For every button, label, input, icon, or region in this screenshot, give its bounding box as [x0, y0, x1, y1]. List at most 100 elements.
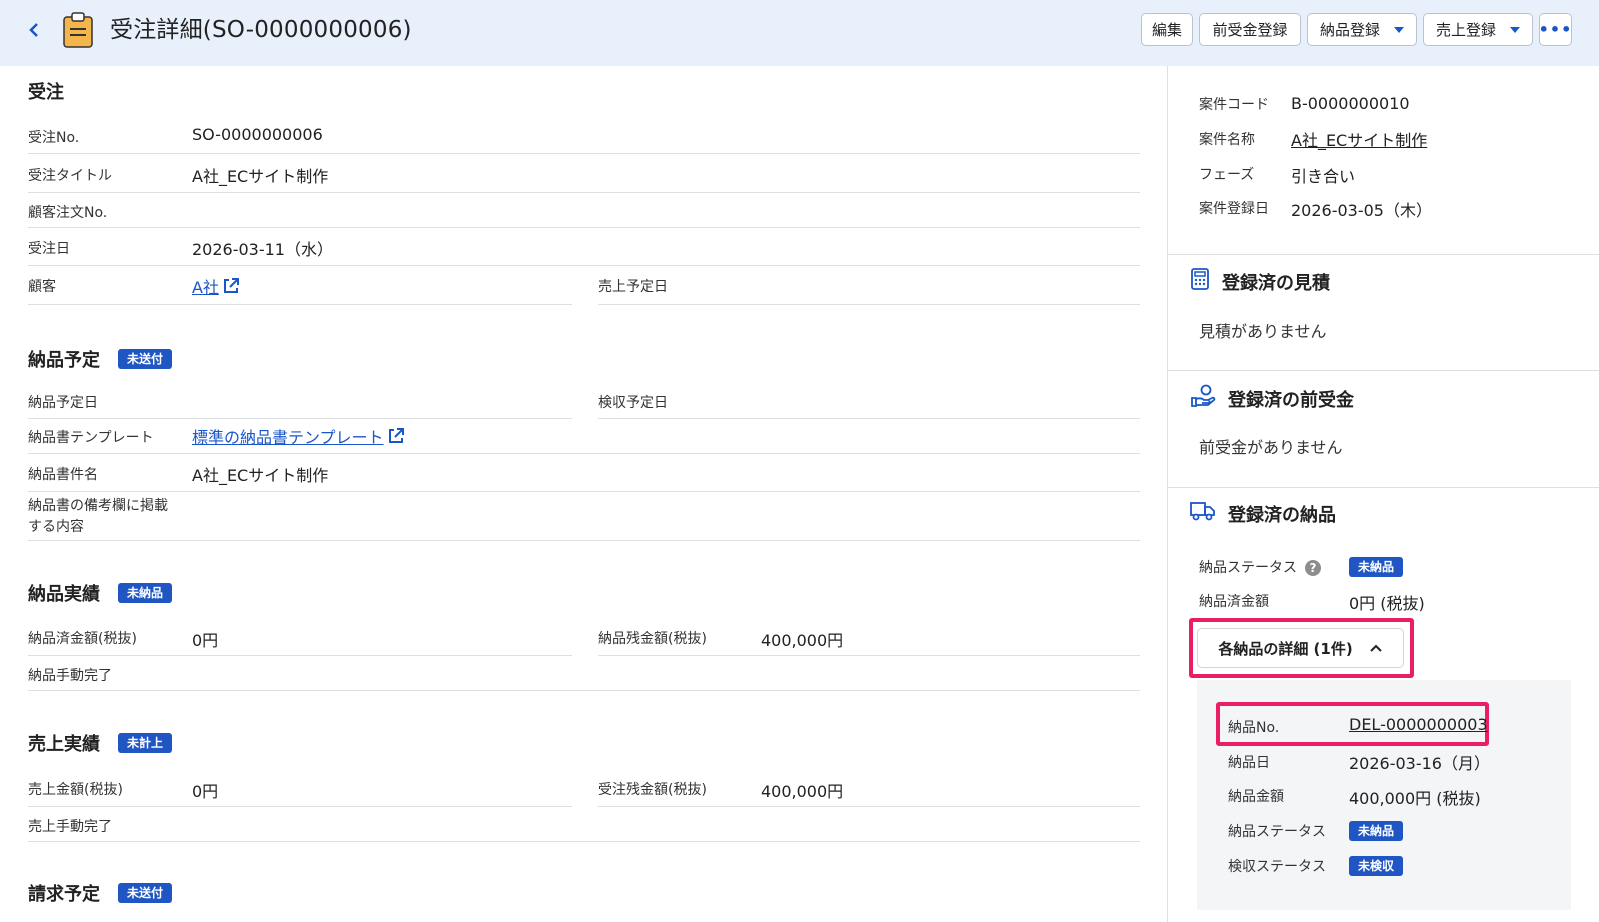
order-section-title: 受注 — [28, 78, 64, 104]
hand-coin-icon — [1190, 384, 1216, 413]
delivery-register-label: 納品登録 — [1319, 21, 1380, 39]
delivery-status-label: 納品ステータス — [1199, 560, 1297, 576]
customer-link[interactable]: A社 — [192, 274, 241, 300]
delivery-remaining-row: 納品残金額(税抜) 400,000円 — [598, 619, 1140, 656]
template-label: 納品書テンプレート — [28, 430, 154, 446]
sales-amount-label: 売上金額(税抜) — [28, 782, 123, 798]
project-phase-value: 引き合い — [1291, 167, 1356, 186]
status-badge: 未送付 — [118, 349, 173, 369]
order-remaining-value: 400,000円 — [761, 782, 844, 801]
delivery-details-toggle[interactable]: 各納品の詳細 (1件) — [1197, 628, 1404, 668]
advances-title-text: 登録済の前受金 — [1228, 389, 1354, 411]
remarks-label-line2: する内容 — [28, 519, 84, 535]
estimates-title-text: 登録済の見積 — [1222, 272, 1330, 294]
edit-button[interactable]: 編集 — [1141, 13, 1193, 46]
delivery-no-link[interactable]: DEL-0000000003 — [1349, 715, 1488, 734]
sales-amount-row: 売上金額(税抜) 0円 — [28, 770, 572, 807]
sales-result-section-title: 売上実績 未計上 — [28, 730, 173, 756]
project-name-label: 案件名称 — [1199, 132, 1255, 148]
order-title-label: 受注タイトル — [28, 168, 112, 184]
inspection-date-row: 検収予定日 — [598, 384, 1140, 419]
status-badge: 未計上 — [118, 733, 173, 753]
side-divider — [1168, 487, 1599, 488]
sales-result-title-text: 売上実績 — [28, 734, 100, 755]
order-date-value: 2026-03-11（水） — [192, 240, 333, 259]
delivery-status-badge: 未納品 — [1349, 557, 1404, 577]
sales-register-button[interactable]: 売上登録 — [1423, 13, 1533, 46]
panel-divider — [1167, 66, 1168, 922]
delivery-plan-section-title: 納品予定 未送付 — [28, 346, 173, 372]
remarks-row: 納品書の備考欄に掲載 する内容 — [28, 493, 1140, 541]
billing-plan-section-title: 請求予定 未送付 — [28, 880, 173, 906]
delivery-remaining-value: 400,000円 — [761, 631, 844, 650]
side-divider — [1168, 254, 1599, 255]
deliveries-title-text: 登録済の納品 — [1228, 504, 1336, 526]
delivery-no-label: 納品No. — [1228, 720, 1280, 736]
help-icon[interactable]: ? — [1305, 560, 1321, 576]
sales-manual-row: 売上手動完了 — [28, 808, 1140, 842]
doc-name-label: 納品書件名 — [28, 467, 98, 483]
delivered-amount-label-side: 納品済金額 — [1199, 594, 1269, 610]
side-divider — [1168, 370, 1599, 371]
delivery-details-toggle-label: 各納品の詳細 (1件) — [1218, 639, 1353, 658]
advance-register-label: 前受金登録 — [1212, 21, 1288, 39]
status-badge: 未送付 — [118, 883, 173, 903]
delivery-date-value: 2026-03-16（月） — [1349, 754, 1490, 773]
delivery-result-section-title: 納品実績 未納品 — [28, 580, 173, 606]
truck-icon — [1190, 500, 1216, 527]
advances-empty-text: 前受金がありません — [1199, 438, 1343, 457]
delivered-amount-value-side: 0円 (税抜) — [1349, 594, 1425, 613]
delivered-amount-value: 0円 — [192, 631, 219, 650]
chevron-up-icon — [1369, 639, 1383, 657]
template-row: 納品書テンプレート 標準の納品書テンプレート — [28, 420, 1140, 454]
more-button[interactable]: ••• — [1539, 13, 1572, 46]
order-no-label: 受注No. — [28, 130, 80, 146]
sales-manual-label: 売上手動完了 — [28, 819, 112, 835]
delivery-manual-row: 納品手動完了 — [28, 657, 1140, 691]
order-title-row: 受注タイトル A社_ECサイト制作 — [28, 156, 1140, 193]
page-title: 受注詳細(SO-0000000006) — [110, 17, 412, 43]
remarks-label-line1: 納品書の備考欄に掲載 — [28, 498, 168, 514]
delivery-amount-value: 400,000円 (税抜) — [1349, 789, 1481, 808]
delivery-register-button[interactable]: 納品登録 — [1307, 13, 1417, 46]
caret-down-icon — [1394, 26, 1404, 33]
external-link-icon[interactable] — [386, 426, 406, 450]
delivery-plan-title-text: 納品予定 — [28, 350, 100, 371]
order-title-value: A社_ECサイト制作 — [192, 167, 329, 186]
status-badge: 未納品 — [118, 583, 173, 603]
sales-date-row: 売上予定日 — [598, 267, 1140, 305]
order-remaining-row: 受注残金額(税抜) 400,000円 — [598, 770, 1140, 807]
deliveries-section-title: 登録済の納品 — [1190, 500, 1336, 527]
billing-plan-title-text: 請求予定 — [28, 884, 100, 905]
delivery-detail-status-label: 納品ステータス — [1228, 824, 1326, 840]
sales-date-label: 売上予定日 — [598, 279, 668, 295]
customer-link-text[interactable]: A社 — [192, 278, 219, 297]
order-remaining-label: 受注残金額(税抜) — [598, 782, 707, 798]
doc-name-row: 納品書件名 A社_ECサイト制作 — [28, 455, 1140, 492]
estimates-empty-text: 見積がありません — [1199, 322, 1327, 341]
order-date-label: 受注日 — [28, 241, 70, 257]
advance-register-button[interactable]: 前受金登録 — [1199, 13, 1301, 46]
external-link-icon[interactable] — [221, 276, 241, 300]
delivered-amount-label: 納品済金額(税抜) — [28, 631, 137, 647]
sales-amount-value: 0円 — [192, 782, 219, 801]
project-phase-label: フェーズ — [1199, 167, 1255, 183]
delivery-plan-date-row: 納品予定日 — [28, 384, 572, 419]
delivery-result-title-text: 納品実績 — [28, 584, 100, 605]
order-no-value: SO-0000000006 — [192, 125, 323, 144]
project-name-link[interactable]: A社_ECサイト制作 — [1291, 127, 1427, 151]
inspection-status-label: 検収ステータス — [1228, 859, 1326, 875]
delivery-date-label: 納品日 — [1228, 755, 1270, 771]
template-link-text[interactable]: 標準の納品書テンプレート — [192, 428, 384, 447]
delivery-detail-status-badge: 未納品 — [1349, 821, 1404, 841]
clipboard-icon — [62, 12, 94, 48]
template-link[interactable]: 標準の納品書テンプレート — [192, 424, 406, 450]
back-chevron-icon[interactable] — [22, 16, 46, 44]
calculator-icon — [1190, 268, 1210, 295]
project-code-value: B-0000000010 — [1291, 94, 1410, 113]
delivery-amount-label: 納品金額 — [1228, 789, 1284, 805]
order-no-row: 受注No. SO-0000000006 — [28, 118, 1140, 154]
customer-label: 顧客 — [28, 279, 56, 295]
customer-order-no-label: 顧客注文No. — [28, 205, 108, 221]
customer-order-no-row: 顧客注文No. — [28, 194, 1140, 228]
